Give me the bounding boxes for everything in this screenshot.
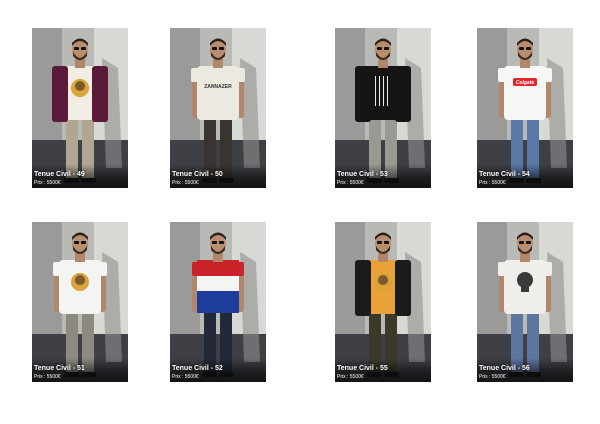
outfit-price: Prix : 5500€ bbox=[34, 180, 61, 186]
outfit-price: Prix : 5500€ bbox=[479, 374, 506, 380]
outfit-title: Tenue Civil - 49 bbox=[34, 171, 85, 178]
outfit-price: Prix : 5500€ bbox=[479, 180, 506, 186]
outfit-title: Tenue Civil - 55 bbox=[337, 365, 388, 372]
outfit-title: Tenue Civil - 53 bbox=[337, 171, 388, 178]
outfit-price: Prix : 5500€ bbox=[172, 374, 199, 380]
outfit-title: Tenue Civil - 56 bbox=[479, 365, 530, 372]
svg-text:Colgate: Colgate bbox=[516, 80, 535, 86]
outfit-card[interactable]: Tenue Civil - 51 Prix : 5500€ bbox=[32, 222, 128, 382]
outfit-title: Tenue Civil - 54 bbox=[479, 171, 530, 178]
outfit-price: Prix : 5500€ bbox=[337, 180, 364, 186]
outfit-price: Prix : 5500€ bbox=[172, 180, 199, 186]
outfit-card[interactable]: Tenue Civil - 55 Prix : 5500€ bbox=[335, 222, 431, 382]
outfit-card[interactable]: Tenue Civil - 56 Prix : 5500€ bbox=[477, 222, 573, 382]
outfit-card[interactable]: Tenue Civil - 49 Prix : 5500€ bbox=[32, 28, 128, 188]
outfit-title: Tenue Civil - 52 bbox=[172, 365, 223, 372]
outfit-price: Prix : 5500€ bbox=[337, 374, 364, 380]
outfit-price: Prix : 5500€ bbox=[34, 374, 61, 380]
svg-text:ZANNAZER: ZANNAZER bbox=[204, 84, 232, 90]
outfit-title: Tenue Civil - 50 bbox=[172, 171, 223, 178]
outfit-title: Tenue Civil - 51 bbox=[34, 365, 85, 372]
outfit-card[interactable]: Tenue Civil - 53 Prix : 5500€ bbox=[335, 28, 431, 188]
outfit-card[interactable]: Tenue Civil - 52 Prix : 5500€ bbox=[170, 222, 266, 382]
outfit-card[interactable]: ZANNAZER Tenue Civil - 50 Prix : 5500€ bbox=[170, 28, 266, 188]
outfit-card[interactable]: Colgate Tenue Civil - 54 Prix : 5500€ bbox=[477, 28, 573, 188]
